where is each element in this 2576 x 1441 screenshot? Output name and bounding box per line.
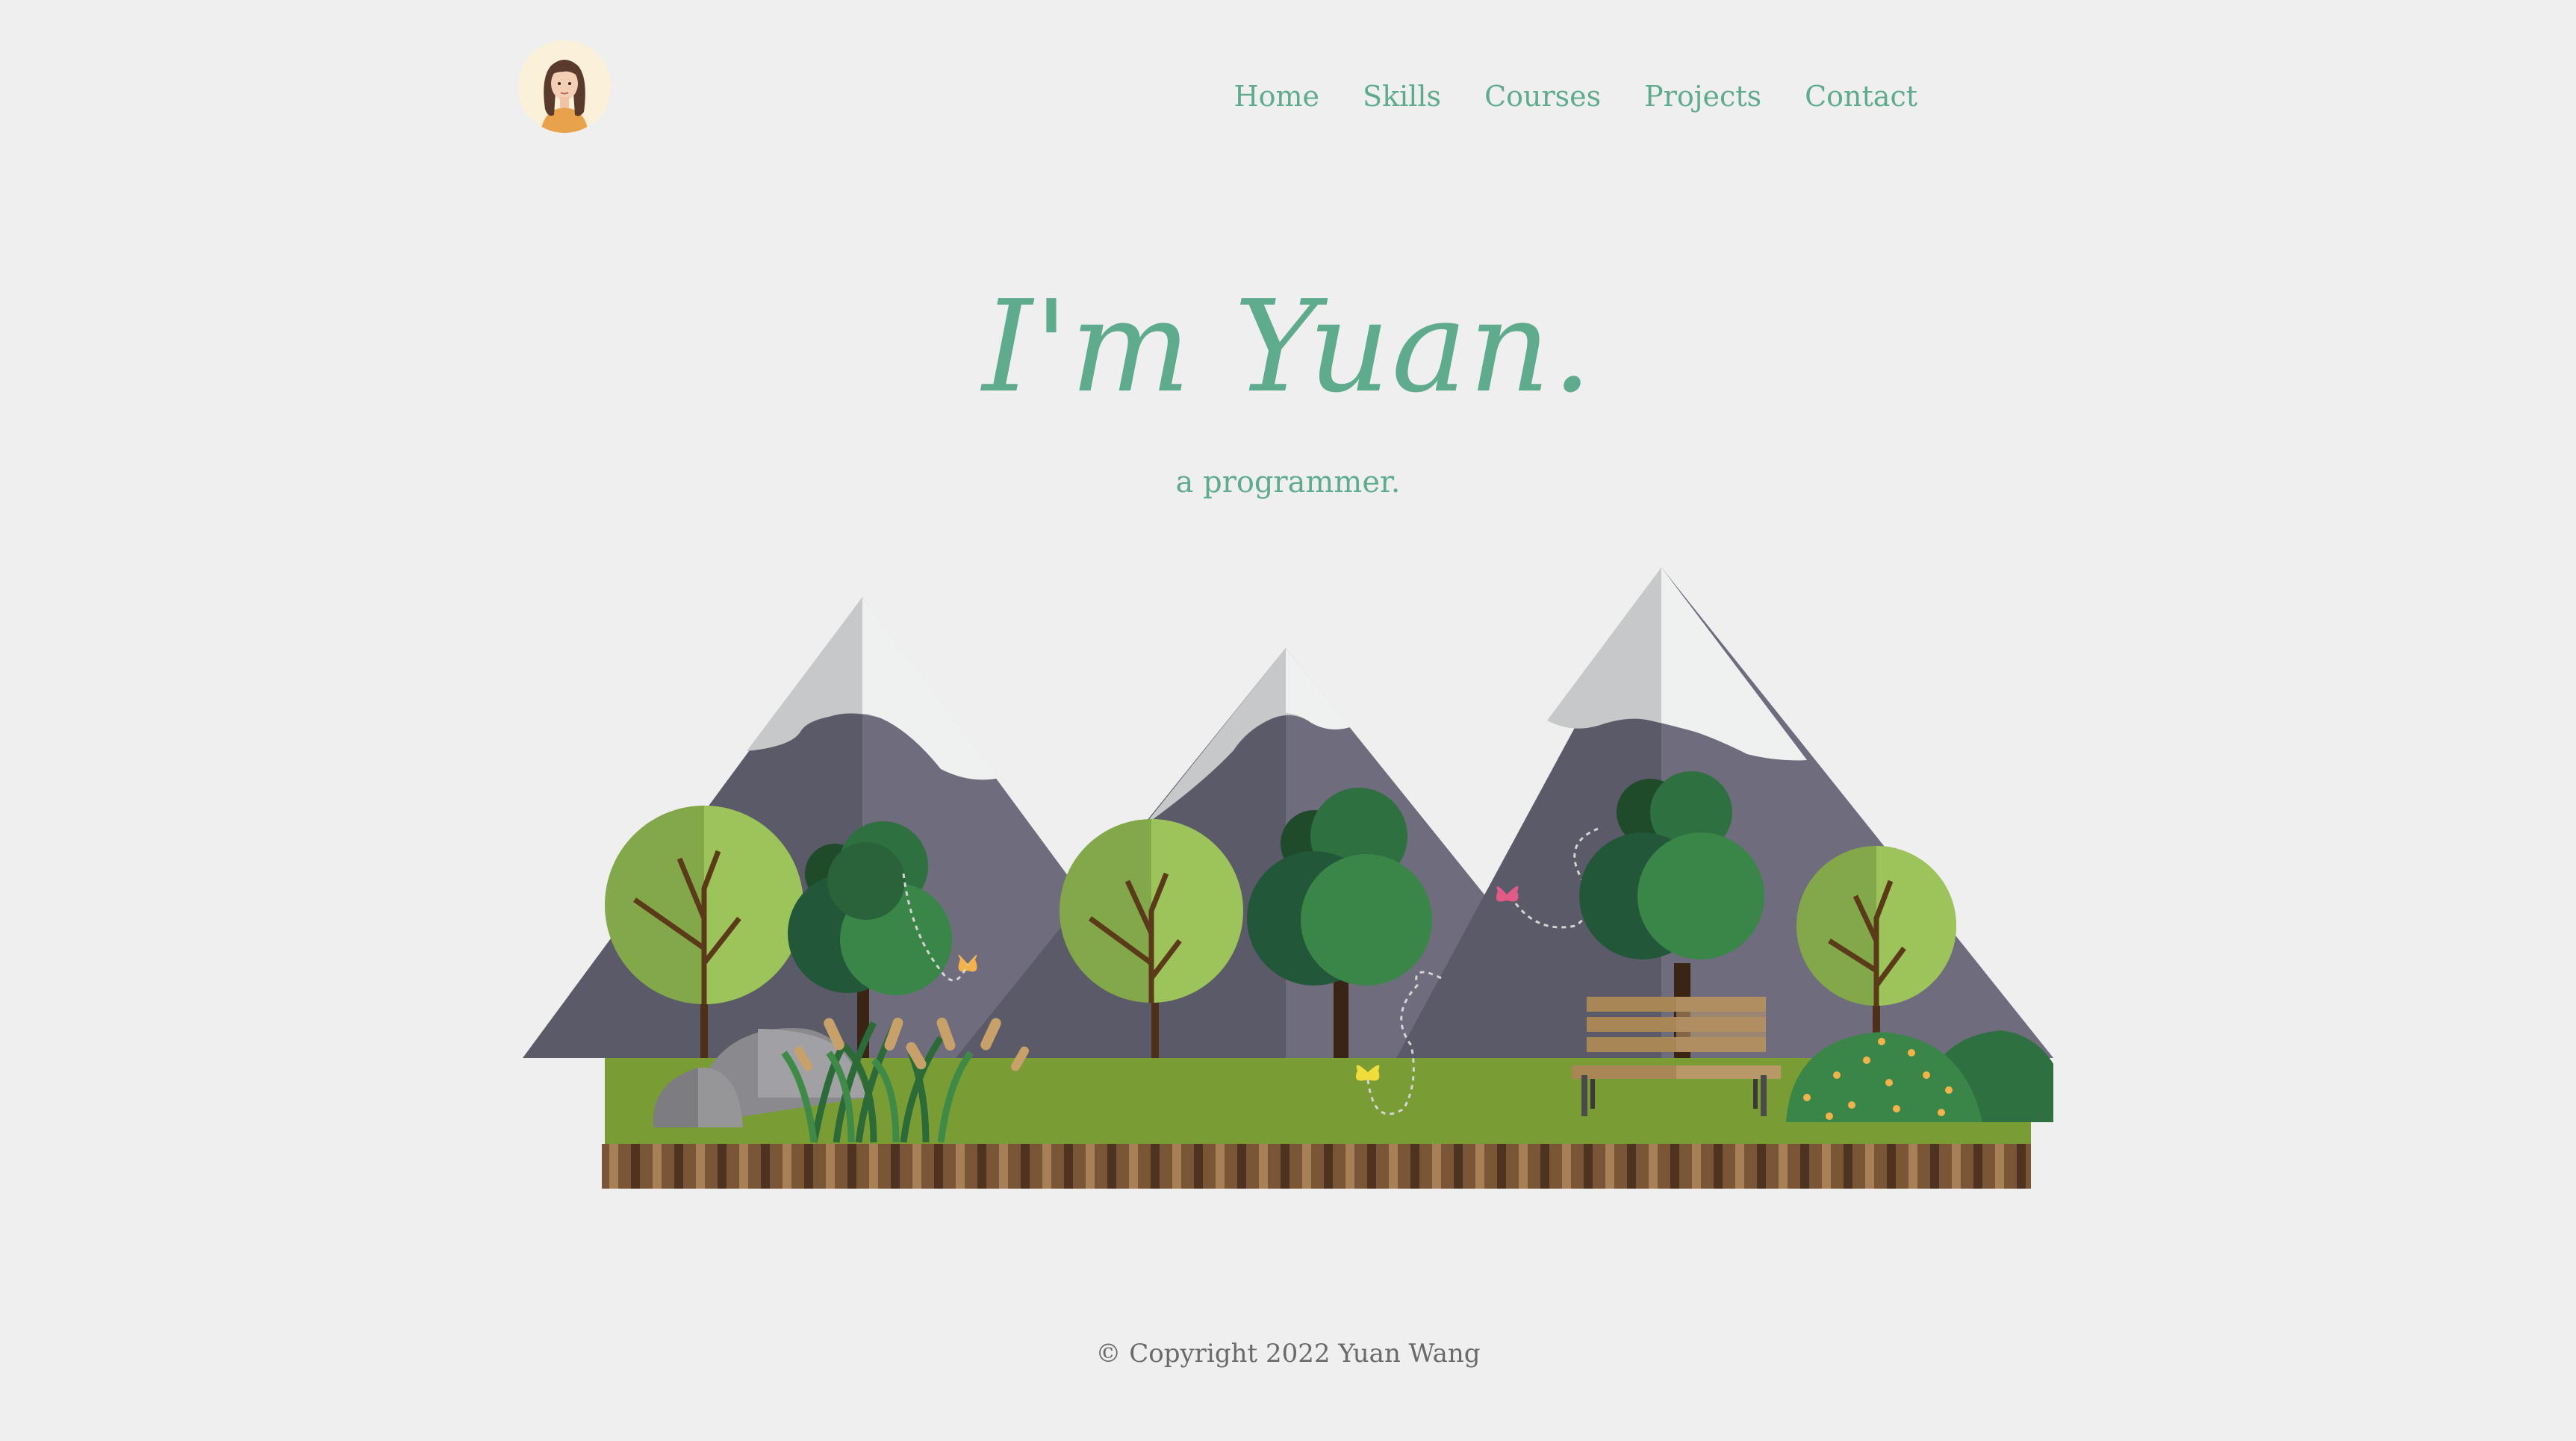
soil-stripe: [956, 1144, 965, 1189]
nav-home-link[interactable]: Home: [1233, 82, 1319, 111]
soil-stripe: [1151, 1144, 1160, 1189]
soil-stripe: [1930, 1144, 1939, 1189]
soil-stripe: [1540, 1144, 1549, 1189]
soil-stripe: [1865, 1144, 1874, 1189]
soil-stripe: [1042, 1144, 1051, 1189]
soil-stripe: [696, 1144, 705, 1189]
soil-stripe: [2017, 1144, 2026, 1189]
soil-stripe: [1107, 1144, 1116, 1189]
soil-stripe: [1194, 1144, 1203, 1189]
soil-stripe: [934, 1144, 943, 1189]
soil-stripe: [739, 1144, 748, 1189]
soil-stripe: [1389, 1144, 1398, 1189]
soil-stripe: [1129, 1144, 1138, 1189]
soil-stripe: [1800, 1144, 1809, 1189]
soil-stripe: [1584, 1144, 1593, 1189]
soil-stripe: [1519, 1144, 1528, 1189]
soil-stripe: [1237, 1144, 1246, 1189]
soil-stripe: [1562, 1144, 1571, 1189]
soil-stripe: [1367, 1144, 1376, 1189]
soil-stripe: [1952, 1144, 1961, 1189]
portrait-avatar-icon: [518, 40, 611, 133]
soil-stripe: [1908, 1144, 1917, 1189]
soil-stripe: [1021, 1144, 1030, 1189]
soil-stripe: [653, 1144, 662, 1189]
soil-stripe: [977, 1144, 986, 1189]
soil-stripe: [1345, 1144, 1354, 1189]
soil-stripe: [1064, 1144, 1073, 1189]
soil-stripe: [999, 1144, 1008, 1189]
soil-stripe: [631, 1144, 640, 1189]
soil-stripe: [1627, 1144, 1636, 1189]
soil-stripe: [1779, 1144, 1788, 1189]
soil-stripe: [1670, 1144, 1679, 1189]
soil-stripe: [1302, 1144, 1311, 1189]
soil-stripe: [1714, 1144, 1723, 1189]
soil-stripe: [1281, 1144, 1289, 1189]
soil-stripe: [891, 1144, 900, 1189]
soil-stripe: [1649, 1144, 1658, 1189]
soil-stripe: [761, 1144, 770, 1189]
soil-stripe: [869, 1144, 878, 1189]
soil-stripe: [912, 1144, 921, 1189]
mountain-park-landscape-illustration: [523, 567, 2053, 1189]
soil-stripe: [1757, 1144, 1766, 1189]
copyright-text: © Copyright 2022 Yuan Wang: [1095, 1339, 1481, 1369]
soil-stripe: [1259, 1144, 1268, 1189]
landscape-illustration: [523, 560, 2053, 1195]
soil-stripe: [1497, 1144, 1506, 1189]
soil-stripe: [1454, 1144, 1463, 1189]
soil-stripe: [1692, 1144, 1701, 1189]
soil-stripe: [1216, 1144, 1225, 1189]
soil-stripe: [847, 1144, 856, 1189]
soil-stripe: [1822, 1144, 1831, 1189]
soil-stripe: [1432, 1144, 1441, 1189]
nav-contact-link[interactable]: Contact: [1805, 82, 1917, 111]
soil-stripe: [609, 1144, 618, 1189]
nav-skills-link[interactable]: Skills: [1363, 82, 1441, 111]
soil-stripe: [674, 1144, 683, 1189]
soil-stripe: [783, 1144, 791, 1189]
soil-stripe: [804, 1144, 813, 1189]
soil-stripe: [1475, 1144, 1484, 1189]
main-nav: Home Skills Courses Projects Contact: [1233, 82, 1917, 111]
soil-stripe: [1086, 1144, 1095, 1189]
soil-stripe: [1887, 1144, 1896, 1189]
soil-stripe: [1735, 1144, 1744, 1189]
nav-projects-link[interactable]: Projects: [1644, 82, 1761, 111]
soil-strip: [602, 1144, 2031, 1189]
soil-stripe: [1995, 1144, 2004, 1189]
soil-stripe: [1410, 1144, 1419, 1189]
hero-title: I'm Yuan.: [982, 273, 1594, 421]
soil-stripe: [1605, 1144, 1614, 1189]
soil-stripe: [1324, 1144, 1333, 1189]
hero-subtitle: a programmer.: [1175, 465, 1401, 499]
soil-stripe: [1844, 1144, 1852, 1189]
nav-courses-link[interactable]: Courses: [1484, 82, 1601, 111]
soil-stripe: [1973, 1144, 1982, 1189]
soil-stripe: [718, 1144, 727, 1189]
soil-stripe: [826, 1144, 835, 1189]
avatar[interactable]: [518, 40, 611, 133]
soil-stripe: [1172, 1144, 1181, 1189]
